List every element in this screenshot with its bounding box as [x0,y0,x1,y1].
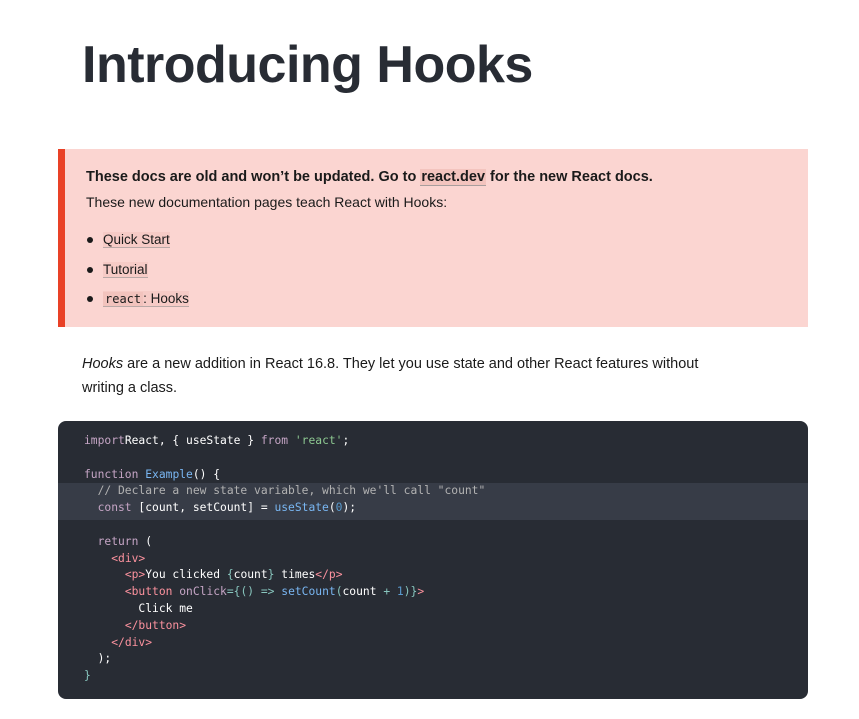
notice-heading-after: for the new React docs. [486,169,653,185]
code-line: const [count, setCount] = useState(0); [84,500,485,517]
bullet-icon [87,266,93,273]
list-item: Tutorial [86,260,189,290]
notice-links-list: Quick Start Tutorial react: Hooks [86,230,189,319]
code-token: )} [403,585,418,599]
code-token: // Declare a new state variable, which w… [84,484,486,498]
code-token: const [84,501,132,515]
code-token: ; [342,434,350,447]
code-line: </button> [84,618,485,635]
code-token: () { [192,467,221,481]
code-token: { [226,568,234,582]
code-line: ); [84,651,485,668]
code-token: > [417,585,425,599]
code-line: // Declare a new state variable, which w… [84,483,486,500]
code-token: </button> [124,618,187,632]
code-token: ( [328,501,336,515]
code-token: React, { useState } [124,434,261,447]
code-token: <p> [124,568,146,582]
react-dev-link[interactable]: react.dev [420,169,487,186]
tutorial-link[interactable]: Tutorial [103,261,148,278]
code-token: + [376,585,397,599]
code-line: Click me [84,601,485,618]
code-line: return ( [84,534,485,551]
code-token: Example [145,467,193,481]
code-line: </div> [84,635,485,652]
code-content: importReact, { useState } from 'react'; … [84,433,485,685]
code-token: onClick [179,585,227,599]
code-token: times [274,568,316,582]
code-line: function Example() { [84,467,485,484]
code-token: setCount [281,585,336,599]
code-token: return [84,534,139,548]
react-code-label: react [103,292,144,306]
code-token: count [233,568,268,582]
code-token: } [84,669,91,683]
notice-text: These new documentation pages teach Reac… [86,194,448,210]
intro-text: are a new addition in React 16.8. They l… [82,356,699,396]
code-token: Click me [84,601,193,615]
code-token: ); [342,501,357,515]
code-token: function [84,467,139,481]
code-token: 'react' [288,434,343,447]
list-item: react: Hooks [86,289,189,319]
bullet-icon [87,296,93,302]
code-line: importReact, { useState } from 'react'; [84,433,485,450]
code-token: [count, setCount] = [131,501,275,515]
react-hooks-link[interactable]: react: Hooks [103,291,189,307]
code-token: ( [138,534,153,548]
code-token: from [260,434,289,447]
code-line: <div> [84,551,485,568]
code-token: count [342,585,377,599]
code-token: ={() => [226,585,282,599]
docs-page: Introducing Hooks These docs are old and… [0,0,859,719]
code-line: } [84,668,485,685]
notice-heading: These docs are old and won’t be updated.… [86,169,653,186]
code-token: <button [124,585,173,599]
code-token: </p> [315,568,343,582]
quick-start-link[interactable]: Quick Start [103,232,170,248]
code-token: <div> [111,551,146,565]
code-token: </div> [111,635,153,649]
bullet-icon [87,237,93,243]
code-line: <button onClick={() => setCount(count + … [84,584,485,601]
intro-emphasis: Hooks [82,356,124,372]
code-token: useState [274,501,329,515]
code-block: importReact, { useState } from 'react'; … [58,421,808,699]
deprecation-notice: These docs are old and won’t be updated.… [58,149,808,327]
page-title: Introducing Hooks [82,36,533,94]
code-token: ( [335,585,343,599]
code-token: You clicked [145,568,227,582]
code-line: <p>You clicked {count} times</p> [84,567,485,584]
code-token: ); [84,652,112,666]
notice-heading-before: These docs are old and won’t be updated.… [86,169,421,185]
hooks-label: : Hooks [143,291,189,306]
list-item: Quick Start [86,230,189,260]
code-token: import [84,434,125,447]
intro-paragraph: Hooks are a new addition in React 16.8. … [82,352,702,400]
code-token: 1 [396,585,404,599]
